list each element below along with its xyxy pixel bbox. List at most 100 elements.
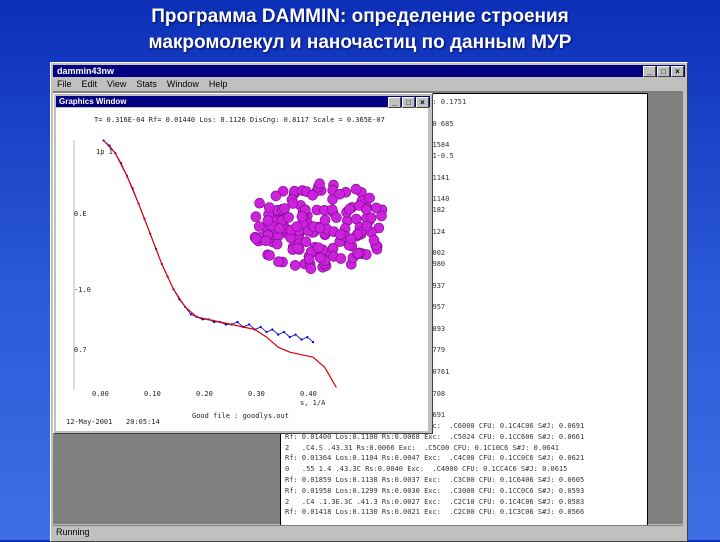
status-text: Running (56, 527, 90, 537)
status-bar: Running (53, 525, 683, 538)
x-axis-label: s, 1/A (300, 399, 326, 407)
menu-edit[interactable]: Edit (82, 78, 98, 90)
slide-title-line-2: макромолекул и наночастиц по данным МУР (148, 32, 572, 53)
menu-view[interactable]: View (107, 78, 126, 90)
x-tick-3: 0.20 (196, 390, 213, 398)
data-point (282, 330, 286, 334)
model-bead (334, 189, 345, 200)
menu-file[interactable]: File (57, 78, 72, 90)
model-bead (271, 238, 283, 250)
log-line: 2 .C4.S .43.31 Rs:0.0066 Exc: .C5C00 CFU… (285, 443, 559, 452)
data-point (265, 330, 268, 334)
model-bead (291, 221, 302, 232)
y-tick-3: -1.0 (74, 286, 91, 294)
y-tick-1: 1p 1 (96, 148, 113, 156)
log-line: Rf: 0.01859 Los:0.1138 Rs:0.0037 Exc: .C… (285, 476, 585, 484)
model-bead (254, 197, 265, 209)
data-point (306, 336, 309, 339)
model-bead (303, 253, 315, 265)
model-bead (350, 183, 362, 195)
minimize-icon[interactable]: _ (643, 66, 656, 77)
data-point (271, 328, 274, 331)
model-bead (314, 252, 326, 264)
model-bead (250, 211, 262, 222)
log-line: 2 .C4 .1.3E.3C .41.3 Rs:0.0027 Exc: .C2C… (285, 497, 585, 506)
data-point (236, 320, 239, 324)
model-bead (274, 223, 285, 234)
scattering-plot: T= 0.316E-04 Rf= 0.01440 Los: 0.1126 Dis… (66, 116, 388, 426)
data-point (312, 341, 315, 344)
footer-date: 12-May-2001 (66, 418, 112, 426)
model-bead (283, 212, 294, 223)
x-tick-5: 0.40 (300, 390, 317, 398)
model-bead (335, 229, 346, 240)
model-bead (376, 210, 387, 222)
model-bead (262, 215, 274, 226)
menu-window[interactable]: Window (167, 78, 199, 90)
footer-time: 20:05:14 (126, 418, 160, 426)
log-line: Rf: 0.01958 Los:0.1299 Rs:0.0030 Exc: .C… (285, 486, 585, 495)
model-bead (264, 250, 275, 261)
app-window: dammin43nw _ □ × File Edit View Stats Wi… (50, 62, 688, 542)
model-bead (314, 178, 325, 189)
maximize-icon[interactable]: □ (657, 66, 670, 77)
x-tick-4: 0.30 (248, 390, 265, 398)
model-bead (313, 242, 324, 253)
slide-title-line-1: Программа DAMMIN: определение строения (151, 6, 569, 27)
model-bead (307, 190, 318, 201)
data-point (189, 313, 192, 316)
graphics-canvas: T= 0.316E-04 Rf= 0.01440 Los: 0.1126 Dis… (56, 108, 428, 431)
app-title: dammin43nw (57, 66, 115, 76)
model-bead (364, 192, 375, 204)
model-bead (254, 221, 265, 232)
model-bead (260, 235, 272, 247)
data-point (294, 333, 297, 336)
model-bead (250, 233, 262, 244)
slide-title: Программа DAMMIN: определение строения м… (0, 4, 720, 56)
data-point (277, 333, 280, 336)
model-bead (300, 236, 312, 248)
graphics-minimize-icon[interactable]: _ (388, 97, 401, 108)
data-point (300, 338, 303, 341)
data-point (288, 336, 291, 339)
graphics-maximize-icon[interactable]: □ (402, 97, 415, 108)
footer-file: Good file : goodlys.out (192, 412, 289, 420)
model-bead (361, 220, 373, 232)
model-bead (305, 263, 317, 275)
y-tick-2: 0.E (74, 210, 87, 218)
model-bead (368, 234, 380, 246)
plot-header: T= 0.316E-04 Rf= 0.01440 Los: 0.1126 Dis… (94, 116, 385, 124)
graphics-titlebar[interactable]: Graphics Window _ □ × (56, 96, 430, 108)
graphics-close-icon[interactable]: × (416, 97, 429, 108)
log-line: Rf: 0.01418 Los:0.1130 Rs:0.0021 Exc: .C… (285, 508, 585, 517)
model-bead (314, 222, 326, 234)
menu-stats[interactable]: Stats (136, 78, 157, 90)
log-line: 0 .55 1.4 .43.3C Rs:0.0040 Exc: .C4000 C… (285, 465, 568, 474)
model-bead (289, 260, 301, 271)
bead-model-image (249, 178, 388, 275)
data-point (259, 325, 262, 329)
close-icon[interactable]: × (671, 66, 684, 77)
model-bead (273, 256, 284, 267)
graphics-window: Graphics Window _ □ × T= 0.316E-04 Rf= 0… (53, 93, 433, 434)
model-bead (345, 233, 357, 245)
y-tick-4: 0.7 (74, 346, 87, 354)
model-bead (352, 248, 364, 259)
model-bead (335, 253, 347, 264)
model-bead (292, 242, 303, 254)
model-bead (279, 203, 290, 214)
menu-help[interactable]: Help (209, 78, 228, 90)
menu-bar: File Edit View Stats Window Help (53, 78, 685, 90)
mdi-client-area: ai .:-0.14 CFU: 0.6462ICE S#J: 0.17519 P… (53, 91, 683, 526)
model-bead (296, 211, 308, 222)
model-bead (331, 212, 342, 223)
model-bead (264, 202, 275, 213)
log-line: Rf: 0.01364 Los:0.1104 Rs:0.0047 Exc: .C… (285, 454, 585, 463)
model-bead (270, 190, 282, 202)
x-tick-2: 0.10 (144, 390, 161, 398)
model-bead (344, 204, 355, 215)
graphics-title: Graphics Window (59, 97, 127, 106)
data-point (248, 323, 251, 326)
app-titlebar[interactable]: dammin43nw _ □ × (53, 65, 685, 77)
x-tick-1: 0.00 (92, 390, 109, 398)
